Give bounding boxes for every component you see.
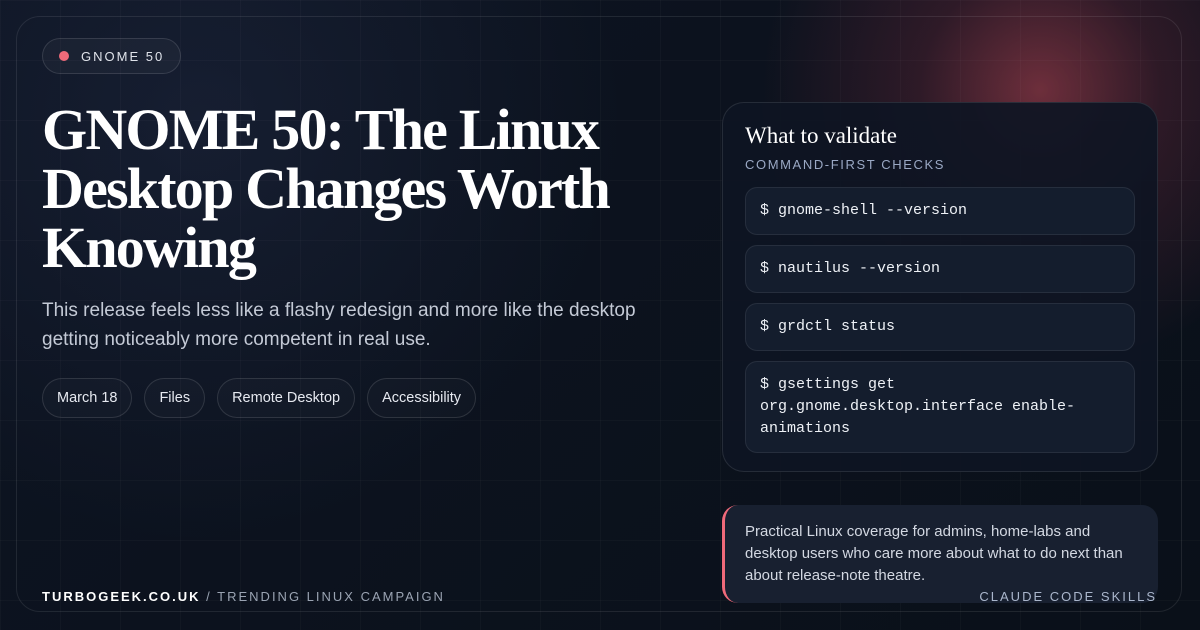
subtitle: This release feels less like a flashy re…: [42, 300, 636, 350]
tag-date: March 18: [42, 378, 133, 418]
campaign-name: TRENDING LINUX CAMPAIGN: [217, 589, 445, 604]
status-dot-icon: [59, 51, 69, 61]
tag-accessibility: Accessibility: [367, 378, 477, 418]
command-grdctl-status: $ grdctl status: [745, 303, 1135, 351]
site-name: TURBOGEEK.CO.UK: [42, 589, 201, 604]
topic-badge: GNOME 50: [42, 38, 182, 74]
command-nautilus-version: $ nautilus --version: [745, 245, 1135, 293]
tag-files: Files: [144, 378, 206, 418]
headline: GNOME 50: The Linux Desktop Changes Wort…: [42, 97, 611, 280]
footer-credit: TURBOGEEK.CO.UK / TRENDING LINUX CAMPAIG…: [42, 589, 445, 604]
validate-card-title: What to validate: [745, 123, 897, 148]
footer-separator: /: [200, 589, 218, 604]
validate-card: What to validate COMMAND-FIRST CHECKS $ …: [722, 102, 1158, 472]
command-gnome-shell-version: $ gnome-shell --version: [745, 187, 1135, 235]
validate-card-subtitle: COMMAND-FIRST CHECKS: [745, 157, 946, 172]
tag-list: March 18 Files Remote Desktop Accessibil…: [42, 378, 477, 418]
topic-badge-label: GNOME 50: [81, 48, 165, 64]
command-gsettings-animations: $ gsettings get org.gnome.desktop.interf…: [745, 361, 1135, 453]
footer-label: CLAUDE CODE SKILLS: [979, 589, 1157, 604]
tag-remote-desktop: Remote Desktop: [217, 378, 356, 418]
command-list: $ gnome-shell --version $ nautilus --ver…: [745, 187, 1135, 453]
